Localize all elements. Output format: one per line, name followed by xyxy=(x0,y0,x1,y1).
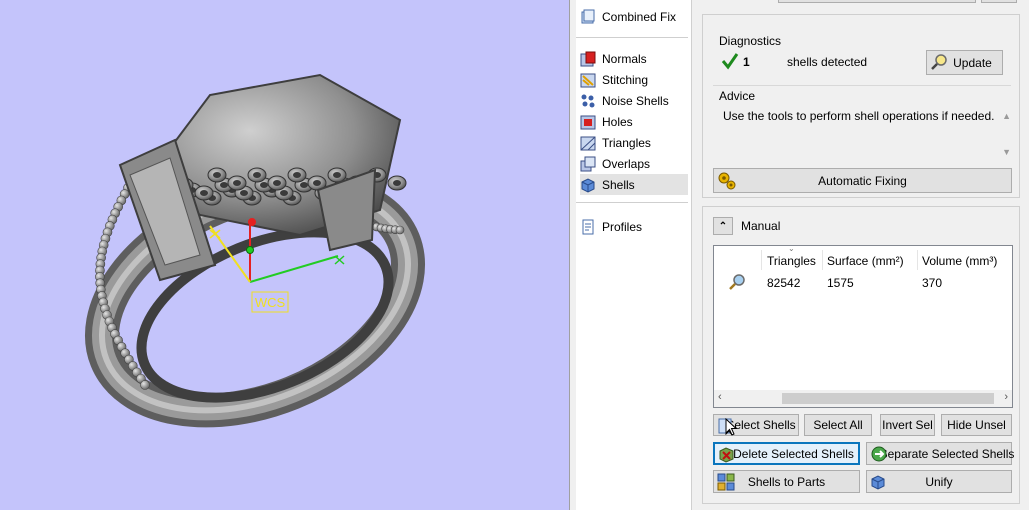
stone-seat xyxy=(233,180,241,186)
horizontal-scrollbar[interactable]: ‹ › xyxy=(714,390,1012,407)
mouse-cursor xyxy=(725,417,739,441)
select-all-button[interactable]: Select All xyxy=(804,414,872,436)
magnifier-icon xyxy=(930,53,948,71)
stone-seat xyxy=(253,172,261,178)
panel-splitter[interactable] xyxy=(569,0,576,510)
holes-icon xyxy=(580,114,596,130)
invert-sel-button[interactable]: Invert Sel xyxy=(880,414,935,436)
tool-separator xyxy=(576,37,688,38)
manual-group: ⌃ Manual ⌄ Triangles Surface (mm²) Volum… xyxy=(702,206,1020,504)
stone-seat xyxy=(213,172,221,178)
profiles-icon xyxy=(580,219,596,235)
tool-item-stitching[interactable]: Stitching xyxy=(580,69,688,90)
shells-to-parts-button[interactable]: Shells to Parts xyxy=(713,470,860,493)
zoom-to-shell-icon[interactable] xyxy=(728,273,746,294)
diagnostics-title: Diagnostics xyxy=(719,34,782,48)
stone-seat xyxy=(240,190,248,196)
3d-viewport[interactable]: WCS xyxy=(0,0,569,510)
triangles-icon xyxy=(580,135,596,151)
column-separator xyxy=(761,250,762,270)
column-header-surface[interactable]: Surface (mm²) xyxy=(827,254,904,268)
stone-seat xyxy=(200,190,208,196)
tool-separator xyxy=(576,202,688,203)
delete-shells-icon xyxy=(718,446,736,464)
stone-seat xyxy=(313,180,321,186)
separate-selected-shells-button[interactable]: Separate Selected Shells xyxy=(866,442,1014,465)
tool-list: Combined Fix Normals Stitching Noise She… xyxy=(576,0,692,510)
cell-surface: 1575 xyxy=(827,276,854,290)
unify-button[interactable]: Unify xyxy=(866,470,1012,493)
unify-icon xyxy=(870,473,888,491)
bead xyxy=(140,380,150,390)
diagnostics-group: Diagnostics 1 shells detected Update Adv… xyxy=(702,14,1020,198)
stone-seat xyxy=(260,182,268,188)
tool-item-holes[interactable]: Holes xyxy=(580,111,688,132)
shell-count: 1 xyxy=(743,55,750,69)
stone-seat xyxy=(293,172,301,178)
automatic-fixing-button[interactable]: Automatic Fixing xyxy=(713,168,1012,193)
stone-seat xyxy=(273,180,281,186)
shells-to-parts-icon xyxy=(717,473,735,491)
normals-icon xyxy=(580,51,596,67)
separate-shells-icon xyxy=(870,445,888,463)
sort-indicator-icon: ⌄ xyxy=(788,244,795,253)
checkmark-icon xyxy=(721,52,739,73)
cell-volume: 370 xyxy=(922,276,943,290)
advice-text: Use the tools to perform shell operation… xyxy=(723,109,995,123)
diagnostics-status: shells detected xyxy=(787,55,868,69)
shells-table[interactable]: ⌄ Triangles Surface (mm²) Volume (mm³) 8… xyxy=(713,244,1013,408)
hide-unsel-button[interactable]: Hide Unsel xyxy=(941,414,1012,436)
tool-item-profiles[interactable]: Profiles xyxy=(580,216,688,237)
scrollbar-thumb[interactable] xyxy=(782,393,994,404)
noise-shells-icon xyxy=(580,93,596,109)
top-hidden-button-2[interactable] xyxy=(981,0,1017,3)
scroll-right-icon[interactable]: › xyxy=(1004,391,1008,403)
top-hidden-button[interactable] xyxy=(778,0,976,3)
tool-item-triangles[interactable]: Triangles xyxy=(580,132,688,153)
overlaps-icon xyxy=(580,156,596,172)
table-row[interactable]: 82542 1575 370 xyxy=(714,271,1010,293)
stone-seat xyxy=(393,180,401,186)
wcs-label: WCS xyxy=(255,295,286,310)
shells-panel: Diagnostics 1 shells detected Update Adv… xyxy=(693,0,1029,510)
stone-seat xyxy=(300,182,308,188)
cell-triangles: 82542 xyxy=(767,276,801,290)
chevron-up-icon: ⌃ xyxy=(718,220,728,232)
tool-item-combined-fix[interactable]: Combined Fix xyxy=(580,6,688,27)
shells-icon xyxy=(580,177,596,193)
column-header-triangles[interactable]: Triangles xyxy=(767,254,816,268)
tool-item-noise-shells[interactable]: Noise Shells xyxy=(580,90,688,111)
combined-fix-icon xyxy=(580,9,596,25)
collapse-manual-button[interactable]: ⌃ xyxy=(713,217,733,235)
update-button[interactable]: Update xyxy=(926,50,1003,75)
stone-seat xyxy=(280,190,288,196)
gears-icon xyxy=(717,171,736,190)
stitching-icon xyxy=(580,72,596,88)
stone-seat xyxy=(333,172,341,178)
ring-model: WCS xyxy=(84,73,426,428)
column-header-volume[interactable]: Volume (mm³) xyxy=(922,254,997,268)
advice-title: Advice xyxy=(719,89,756,103)
column-separator xyxy=(822,250,823,270)
bead xyxy=(395,225,405,235)
manual-title: Manual xyxy=(741,219,781,233)
tool-item-shells[interactable]: Shells xyxy=(580,174,688,195)
delete-selected-shells-button[interactable]: Delete Selected Shells xyxy=(713,442,860,465)
scroll-left-icon[interactable]: ‹ xyxy=(718,391,722,403)
tool-item-overlaps[interactable]: Overlaps xyxy=(580,153,688,174)
tool-item-normals[interactable]: Normals xyxy=(580,48,688,69)
stone-seat xyxy=(220,182,228,188)
scroll-up-icon[interactable]: ▲ xyxy=(1002,111,1011,121)
column-separator xyxy=(917,250,918,270)
scroll-down-icon[interactable]: ▼ xyxy=(1002,147,1011,157)
advice-textbox[interactable]: Use the tools to perform shell operation… xyxy=(721,107,1011,167)
